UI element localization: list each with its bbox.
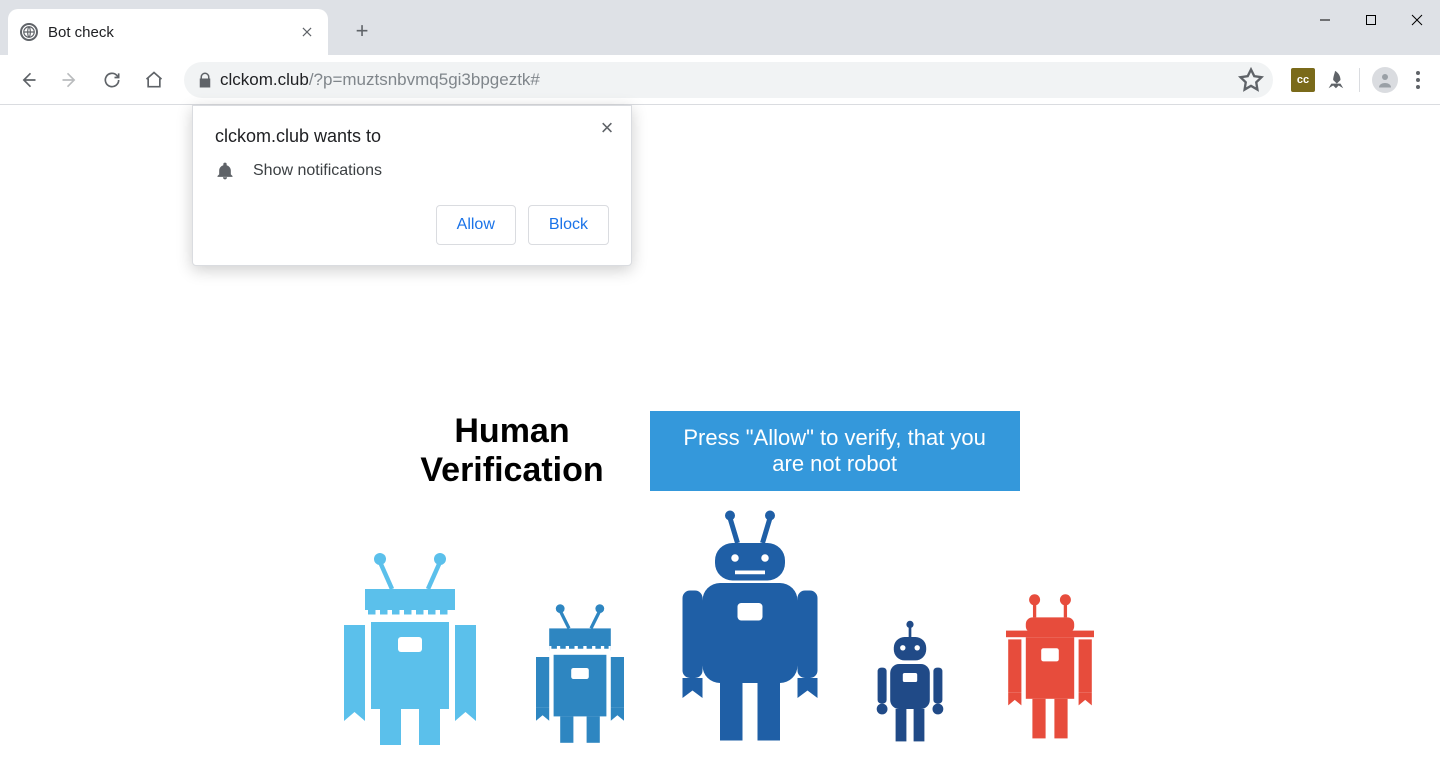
block-button[interactable]: Block [528,205,609,245]
permission-item-label: Show notifications [253,162,382,180]
heading-line1: Human [454,412,569,450]
url-domain: clckom.club [220,70,309,90]
url-text: clckom.club/?p=muztsnbvmq5gi3bpgeztk# [220,70,1237,90]
extension-cc-icon[interactable]: cc [1291,68,1315,92]
window-controls [1302,0,1440,40]
robot-icon [675,508,825,746]
permission-item: Show notifications [215,161,609,181]
tab-title: Bot check [48,24,288,41]
robots-illustration [335,545,1105,745]
profile-avatar[interactable] [1372,67,1398,93]
robot-icon [525,602,635,745]
hero-row: Human Verification Press "Allow" to veri… [420,411,1019,491]
toolbar-divider [1359,68,1360,92]
browser-toolbar: clckom.club/?p=muztsnbvmq5gi3bpgeztk# cc [0,55,1440,105]
browser-tab[interactable]: Bot check [8,9,328,55]
toolbar-actions: cc [1285,67,1430,93]
url-path: /?p=muztsnbvmq5gi3bpgeztk# [309,70,540,90]
bookmark-star-icon[interactable] [1237,66,1265,94]
permission-title: clckom.club wants to [215,126,609,147]
close-icon[interactable]: × [595,116,619,140]
forward-button [52,62,88,98]
back-button[interactable] [10,62,46,98]
close-icon[interactable] [298,23,316,41]
permission-buttons: Allow Block [215,205,609,245]
bell-icon [215,161,235,181]
heading-line2: Verification [420,451,603,489]
window-maximize-button[interactable] [1348,0,1394,40]
address-bar[interactable]: clckom.club/?p=muztsnbvmq5gi3bpgeztk# [184,62,1273,98]
extension-rocket-icon[interactable] [1323,68,1347,92]
home-button[interactable] [136,62,172,98]
robot-icon [995,591,1105,745]
instruction-banner: Press "Allow" to verify, that you are no… [650,411,1020,491]
robot-icon [865,619,955,745]
reload-button[interactable] [94,62,130,98]
page-content: Human Verification Press "Allow" to veri… [0,105,1440,776]
browser-menu-button[interactable] [1406,68,1430,92]
window-minimize-button[interactable] [1302,0,1348,40]
new-tab-button[interactable]: + [348,17,376,45]
robot-icon [335,550,485,745]
page-heading: Human Verification [420,412,603,490]
globe-icon [20,23,38,41]
window-close-button[interactable] [1394,0,1440,40]
lock-icon[interactable] [196,71,214,89]
browser-tabstrip: Bot check + [0,0,1440,55]
notification-permission-dialog: × clckom.club wants to Show notification… [192,105,632,266]
allow-button[interactable]: Allow [436,205,516,245]
